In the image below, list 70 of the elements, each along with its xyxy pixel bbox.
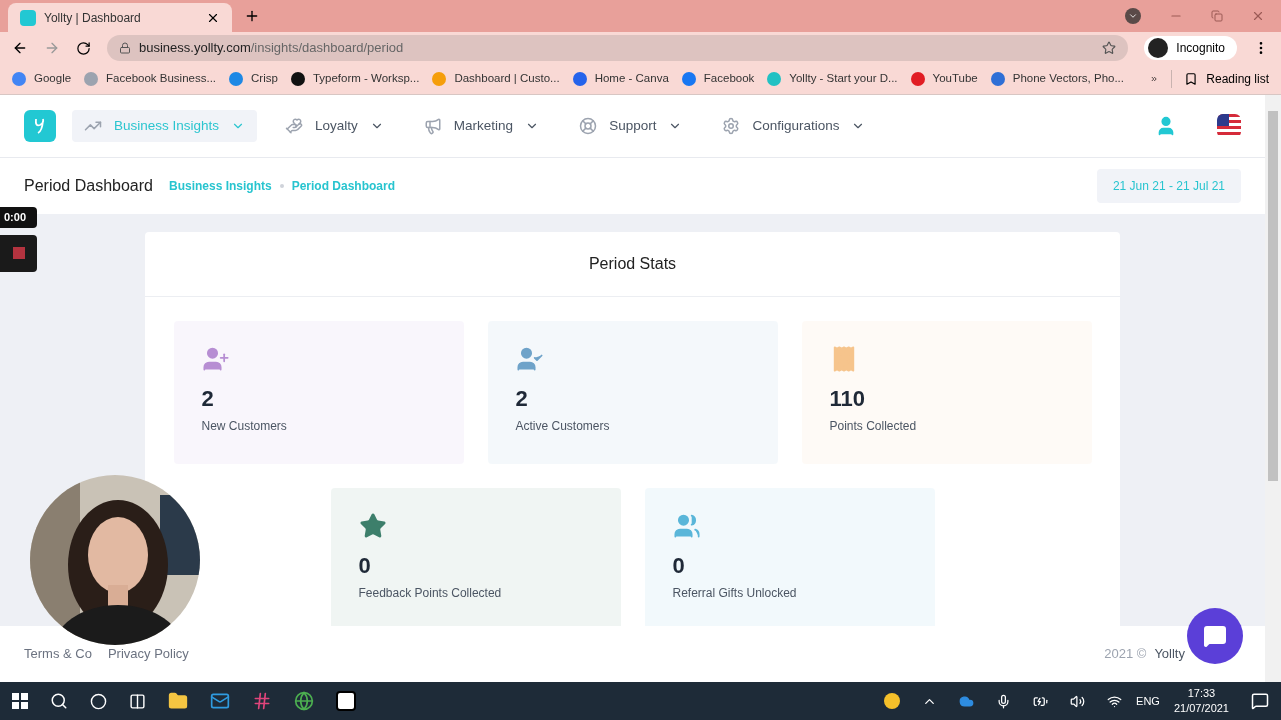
cloud-icon[interactable] (959, 693, 975, 709)
bookmark-item[interactable]: Dashboard | Custo... (432, 70, 560, 88)
search-icon[interactable] (50, 692, 68, 710)
hash-app-icon[interactable] (252, 691, 272, 711)
bookmark-item[interactable]: Phone Vectors, Pho... (990, 70, 1124, 88)
task-view-icon[interactable] (129, 692, 146, 710)
back-icon[interactable] (12, 40, 28, 56)
browser-tab[interactable]: Yollty | Dashboard (8, 3, 232, 32)
stat-value: 2 (201, 385, 215, 413)
page-title: Period Dashboard (24, 176, 153, 196)
scrollbar[interactable] (1265, 95, 1281, 682)
stat-value: 2 (515, 385, 529, 413)
language-indicator[interactable]: ENG (1136, 692, 1160, 710)
footer-link[interactable]: Privacy Policy (107, 644, 189, 664)
profile-chip[interactable]: Incognito (1144, 36, 1237, 60)
mail-icon[interactable] (210, 691, 230, 711)
stat-label: Feedback Points Collected (358, 585, 503, 602)
nav-menu-item[interactable]: Loyalty (273, 110, 396, 142)
new-tab-icon[interactable] (244, 8, 260, 24)
chat-icon (1203, 624, 1227, 648)
reading-list-icon (1184, 72, 1199, 86)
lock-icon (119, 42, 131, 54)
globe-app-icon[interactable] (294, 691, 314, 711)
clock[interactable]: 17:33 21/07/2021 (1173, 686, 1229, 716)
recording-timer: 0:00 (0, 207, 37, 228)
folder-icon[interactable] (168, 691, 188, 711)
bookmark-item[interactable]: Facebook Business... (84, 70, 217, 88)
mic-icon[interactable] (996, 693, 1012, 709)
stat-value: 0 (358, 552, 372, 580)
reload-icon[interactable] (76, 40, 91, 56)
lifebuoy-icon (579, 117, 598, 135)
bookmark-star-icon[interactable] (1102, 41, 1117, 55)
stat-label: Referral Gifts Unlocked (672, 585, 798, 602)
copyright-text: 2021 © (1104, 645, 1147, 664)
card-title: Period Stats (145, 232, 1120, 297)
close-window-icon[interactable] (1251, 9, 1265, 23)
volume-icon[interactable] (1070, 693, 1086, 709)
bookmark-item[interactable]: Home - Canva (572, 70, 669, 88)
bookmark-item[interactable]: Typeform - Worksp... (290, 70, 420, 88)
nav-menu-item[interactable]: Support (567, 110, 695, 142)
cortana-icon[interactable] (90, 692, 107, 710)
wifi-icon[interactable] (1107, 693, 1123, 709)
bookmark-item[interactable]: Google (12, 70, 72, 88)
brand-link[interactable]: Yollty (1154, 644, 1185, 664)
megaphone-icon (423, 117, 442, 135)
app-logo-icon (20, 9, 36, 26)
stat-label: New Customers (201, 418, 288, 435)
stat-label: Points Collected (829, 418, 918, 435)
settings-icon (722, 117, 741, 135)
notifications-icon[interactable] (1251, 692, 1269, 710)
address-bar[interactable]: business.yollty.com/insights/dashboard/period (107, 35, 1129, 61)
hand-heart-icon (285, 117, 304, 135)
footer-link[interactable]: Terms & Co (24, 644, 92, 664)
bookmark-item[interactable]: Yollty - Start your D... (767, 70, 898, 88)
tab-search-icon[interactable] (1125, 8, 1141, 24)
sun-icon[interactable] (884, 693, 901, 709)
bookmark-item[interactable]: Crisp (229, 70, 278, 88)
tab-title: Yollty | Dashboard (44, 9, 142, 27)
us-flag-icon[interactable] (1217, 114, 1241, 138)
stat-value: 110 (829, 385, 866, 413)
nav-menu-item[interactable]: Configurations (710, 110, 878, 142)
reading-list-button[interactable]: Reading list (1171, 70, 1269, 88)
bookmark-item[interactable]: Facebook (681, 70, 755, 88)
stat-value: 0 (672, 552, 686, 580)
stat-label: Active Customers (515, 418, 611, 435)
nav-menu-item[interactable]: Marketing (411, 110, 552, 142)
windows-start-icon[interactable] (12, 693, 28, 709)
stop-recording-button[interactable] (0, 234, 37, 272)
url-text: business.yollty.com/insights/dashboard/period (139, 39, 405, 58)
bookmark-item[interactable]: YouTube (910, 70, 978, 88)
